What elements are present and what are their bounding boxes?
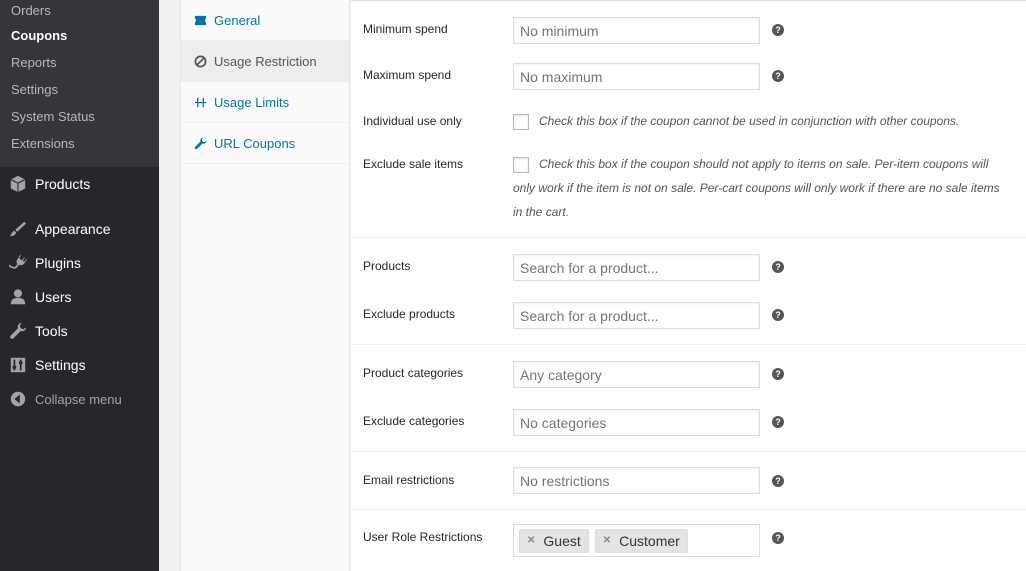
products-search-input[interactable] <box>513 254 760 281</box>
section-divider <box>351 451 1026 452</box>
submenu-coupons[interactable]: Coupons <box>0 24 159 51</box>
exclude-sale-description: Check this box if the coupon should not … <box>513 157 1000 219</box>
product-categories-input[interactable] <box>513 361 760 388</box>
section-divider <box>351 344 1026 345</box>
exclude-products-label: Exclude products <box>363 307 456 321</box>
submenu-settings[interactable]: Settings <box>0 78 159 105</box>
individual-use-description: Check this box if the coupon cannot be u… <box>539 114 960 128</box>
wrench-icon <box>193 136 207 150</box>
role-tag-customer: ✕ Customer <box>594 528 688 553</box>
submenu-orders[interactable]: Orders <box>0 0 159 24</box>
tab-usage-restriction[interactable]: Usage Restriction <box>181 41 349 82</box>
collapse-menu-button[interactable]: Collapse menu <box>0 382 159 416</box>
minimum-spend-label: Minimum spend <box>363 22 448 36</box>
limits-icon <box>193 95 207 109</box>
maximum-spend-input[interactable] <box>513 63 760 90</box>
ticket-icon <box>193 13 207 27</box>
plug-icon <box>8 253 28 273</box>
exclude-products-search-input[interactable] <box>513 302 760 329</box>
exclude-categories-input[interactable] <box>513 409 760 436</box>
usage-restriction-panel: Minimum spend ? Maximum spend ? Individu… <box>351 0 1026 571</box>
menu-tools[interactable]: Tools <box>0 314 159 348</box>
menu-label: Users <box>35 289 72 305</box>
admin-sidebar: Orders Coupons Reports Settings System S… <box>0 0 159 571</box>
role-tag-guest: ✕ Guest <box>519 528 589 553</box>
help-icon[interactable]: ? <box>772 261 784 273</box>
box-icon <box>8 174 28 194</box>
menu-label: Plugins <box>35 255 81 271</box>
individual-use-checkbox[interactable] <box>513 114 529 130</box>
user-role-select[interactable]: ✕ Guest ✕ Customer <box>513 524 760 557</box>
menu-products[interactable]: Products <box>0 167 159 201</box>
exclude-categories-label: Exclude categories <box>363 414 465 428</box>
product-categories-label: Product categories <box>363 366 464 380</box>
help-icon[interactable]: ? <box>772 368 784 380</box>
help-icon[interactable]: ? <box>772 475 784 487</box>
menu-users[interactable]: Users <box>0 280 159 314</box>
tag-label: Guest <box>543 532 581 549</box>
user-icon <box>8 287 28 307</box>
wrench-icon <box>8 321 28 341</box>
menu-label: Tools <box>35 323 68 339</box>
remove-tag-icon[interactable]: ✕ <box>603 535 611 546</box>
woocommerce-submenu: Orders Coupons Reports Settings System S… <box>0 0 159 167</box>
email-restrictions-input[interactable] <box>513 467 760 494</box>
tab-label: Usage Restriction <box>214 53 317 69</box>
menu-label: Appearance <box>35 221 111 237</box>
coupon-data-tabs: General Usage Restriction Usage Limits U… <box>180 0 350 571</box>
help-icon[interactable]: ? <box>772 416 784 428</box>
exclude-sale-label: Exclude sale items <box>363 157 464 171</box>
tab-label: Usage Limits <box>214 94 290 110</box>
menu-appearance[interactable]: Appearance <box>0 212 159 246</box>
help-icon[interactable]: ? <box>772 24 784 36</box>
user-role-restrictions-label: User Role Restrictions <box>363 530 483 544</box>
menu-label: Products <box>35 176 91 192</box>
tab-general[interactable]: General <box>181 0 349 41</box>
menu-label: Collapse menu <box>35 391 122 407</box>
email-restrictions-label: Email restrictions <box>363 473 455 487</box>
products-label: Products <box>363 259 411 273</box>
tag-label: Customer <box>619 532 680 549</box>
no-entry-icon <box>193 54 207 68</box>
menu-label: Settings <box>35 357 86 373</box>
tab-url-coupons[interactable]: URL Coupons <box>181 123 349 164</box>
tab-label: URL Coupons <box>214 135 296 151</box>
collapse-arrow-icon <box>8 389 28 409</box>
help-icon[interactable]: ? <box>772 532 784 544</box>
remove-tag-icon[interactable]: ✕ <box>527 535 535 546</box>
submenu-reports[interactable]: Reports <box>0 51 159 78</box>
submenu-extensions[interactable]: Extensions <box>0 132 159 159</box>
submenu-system-status[interactable]: System Status <box>0 105 159 132</box>
tab-label: General <box>214 12 261 28</box>
maximum-spend-label: Maximum spend <box>363 68 452 82</box>
sliders-icon <box>8 355 28 375</box>
help-icon[interactable]: ? <box>772 70 784 82</box>
section-divider <box>351 237 1026 238</box>
menu-plugins[interactable]: Plugins <box>0 246 159 280</box>
tab-usage-limits[interactable]: Usage Limits <box>181 82 349 123</box>
individual-use-label: Individual use only <box>363 114 462 128</box>
help-icon[interactable]: ? <box>772 309 784 321</box>
menu-settings[interactable]: Settings <box>0 348 159 382</box>
section-divider <box>351 509 1026 510</box>
paintbrush-icon <box>8 219 28 239</box>
minimum-spend-input[interactable] <box>513 17 760 44</box>
